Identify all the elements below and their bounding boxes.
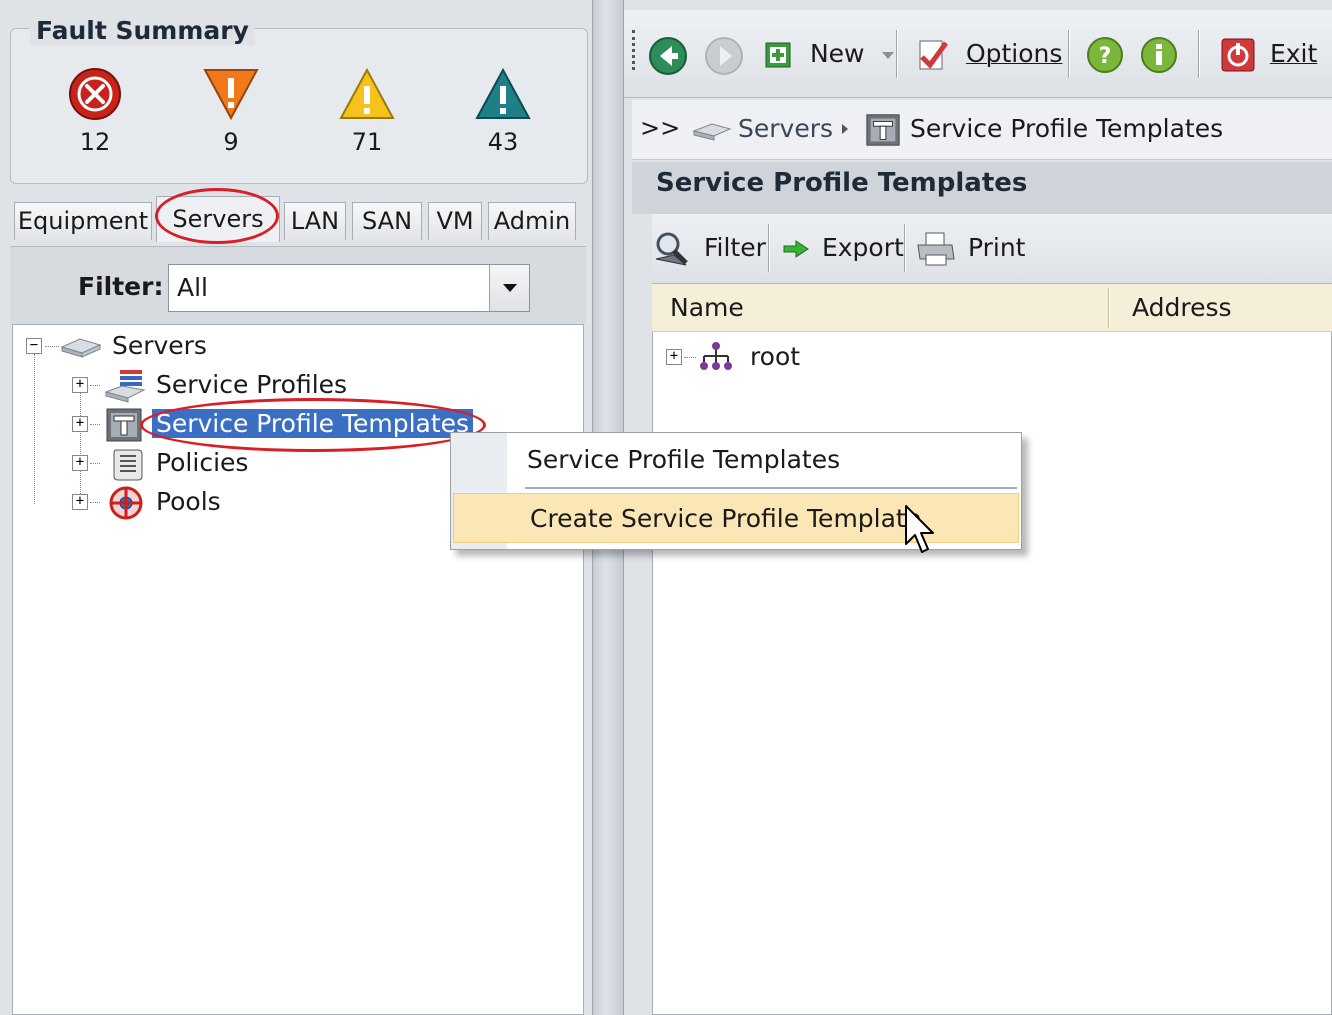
major-triangle-down-icon bbox=[203, 69, 259, 121]
pools-icon bbox=[109, 486, 143, 520]
tab-vm[interactable]: VM bbox=[428, 202, 482, 240]
tree-item-servers[interactable]: Servers bbox=[58, 328, 207, 364]
expand-pools-toggle[interactable]: + bbox=[72, 494, 88, 510]
breadcrumb-prefix[interactable]: >> bbox=[640, 114, 680, 142]
help-icon[interactable]: ? bbox=[1086, 36, 1124, 74]
org-tree-icon bbox=[700, 342, 732, 370]
filter-button-label: Filter bbox=[703, 233, 766, 262]
new-plus-icon bbox=[765, 42, 791, 68]
options-button[interactable]: Options bbox=[916, 34, 1062, 74]
exit-label: Exit bbox=[1269, 39, 1318, 68]
menu-header-service-profile-templates: Service Profile Templates bbox=[527, 445, 841, 474]
svg-text:?: ? bbox=[1099, 44, 1112, 69]
table-row[interactable]: root bbox=[696, 339, 800, 375]
menu-divider bbox=[525, 487, 1017, 489]
service-profile-templates-highlight bbox=[140, 398, 486, 452]
tab-admin[interactable]: Admin bbox=[488, 202, 576, 240]
exit-power-icon bbox=[1221, 38, 1255, 72]
tab-san[interactable]: SAN bbox=[352, 202, 422, 240]
filter-button[interactable]: Filter bbox=[652, 228, 766, 268]
column-header-address[interactable]: Address bbox=[1132, 284, 1232, 332]
content-table bbox=[652, 214, 1332, 1015]
main-toolbar: New Options ? Exit bbox=[624, 10, 1332, 98]
fault-major[interactable]: 9 bbox=[186, 66, 276, 156]
new-button[interactable]: New bbox=[764, 34, 895, 74]
service-profiles-icon bbox=[104, 370, 146, 403]
warning-count: 43 bbox=[487, 128, 519, 156]
column-header-name[interactable]: Name bbox=[670, 284, 744, 332]
fault-warning[interactable]: 43 bbox=[458, 66, 548, 156]
expand-policies-toggle[interactable]: + bbox=[72, 455, 88, 471]
policies-scroll-icon bbox=[113, 449, 143, 481]
fault-critical[interactable]: 12 bbox=[50, 66, 140, 156]
tab-lan[interactable]: LAN bbox=[284, 202, 346, 240]
warning-triangle-icon bbox=[475, 67, 531, 119]
chevron-down-icon[interactable] bbox=[489, 265, 529, 311]
tree-item-pools[interactable]: Pools bbox=[104, 484, 221, 520]
export-arrow-icon bbox=[783, 240, 809, 258]
critical-x-icon bbox=[69, 68, 121, 120]
new-label: New bbox=[809, 39, 865, 68]
info-icon[interactable] bbox=[1140, 36, 1178, 74]
major-count: 9 bbox=[223, 128, 239, 156]
export-button[interactable]: Export bbox=[782, 228, 904, 268]
collapse-servers-toggle[interactable]: − bbox=[26, 338, 42, 354]
breadcrumb-separator-icon bbox=[842, 124, 848, 134]
breadcrumb: >> Servers Service Profile Templates bbox=[632, 100, 1332, 160]
tree-label-servers: Servers bbox=[111, 331, 207, 360]
mouse-cursor-icon bbox=[905, 505, 934, 553]
table-header: Name Address bbox=[652, 284, 1332, 332]
expand-service-profiles-toggle[interactable]: + bbox=[72, 377, 88, 393]
breadcrumb-service-profile-templates[interactable]: Service Profile Templates bbox=[910, 114, 1223, 143]
row-name-root: root bbox=[749, 342, 801, 371]
print-label: Print bbox=[967, 233, 1026, 262]
server-icon bbox=[692, 123, 732, 141]
tree-item-policies[interactable]: Policies bbox=[104, 445, 248, 481]
toolbar-grip bbox=[632, 30, 636, 70]
fault-minor[interactable]: 71 bbox=[322, 66, 412, 156]
filter-label: Filter: bbox=[78, 272, 164, 301]
minor-warning-icon bbox=[339, 67, 395, 119]
tree-label-policies: Policies bbox=[155, 448, 249, 477]
server-icon bbox=[60, 338, 102, 358]
servers-tab-highlight bbox=[155, 188, 279, 244]
tab-equipment[interactable]: Equipment bbox=[14, 202, 152, 240]
magnifier-filter-icon bbox=[655, 232, 688, 266]
tree-label-pools: Pools bbox=[155, 487, 221, 516]
print-button[interactable]: Print bbox=[916, 228, 1025, 268]
new-dropdown-icon[interactable] bbox=[882, 51, 895, 59]
options-checklist-icon bbox=[919, 40, 949, 70]
tree-label-service-profiles: Service Profiles bbox=[155, 370, 348, 399]
exit-button[interactable]: Exit bbox=[1220, 34, 1317, 74]
template-t-icon bbox=[106, 408, 142, 442]
critical-count: 12 bbox=[79, 128, 111, 156]
printer-icon bbox=[917, 232, 955, 266]
expand-service-profile-templates-toggle[interactable]: + bbox=[72, 416, 88, 432]
content-toolbar: Filter Export Print bbox=[652, 214, 1332, 284]
forward-arrow-icon[interactable] bbox=[704, 36, 744, 76]
filter-value: All bbox=[177, 273, 208, 302]
filter-select[interactable]: All bbox=[168, 264, 530, 312]
minor-count: 71 bbox=[351, 128, 383, 156]
breadcrumb-servers[interactable]: Servers bbox=[738, 114, 833, 143]
template-t-icon bbox=[866, 114, 900, 146]
fault-summary-title: Fault Summary bbox=[30, 16, 255, 45]
expand-root-toggle[interactable]: + bbox=[666, 349, 682, 365]
back-arrow-icon[interactable] bbox=[648, 36, 688, 76]
column-resize-handle[interactable] bbox=[1108, 288, 1110, 328]
options-label: Options bbox=[965, 39, 1063, 68]
nav-tabs: Equipment Servers LAN SAN VM Admin bbox=[14, 196, 588, 242]
content-title: Service Profile Templates bbox=[656, 168, 1028, 198]
export-label: Export bbox=[821, 233, 904, 262]
